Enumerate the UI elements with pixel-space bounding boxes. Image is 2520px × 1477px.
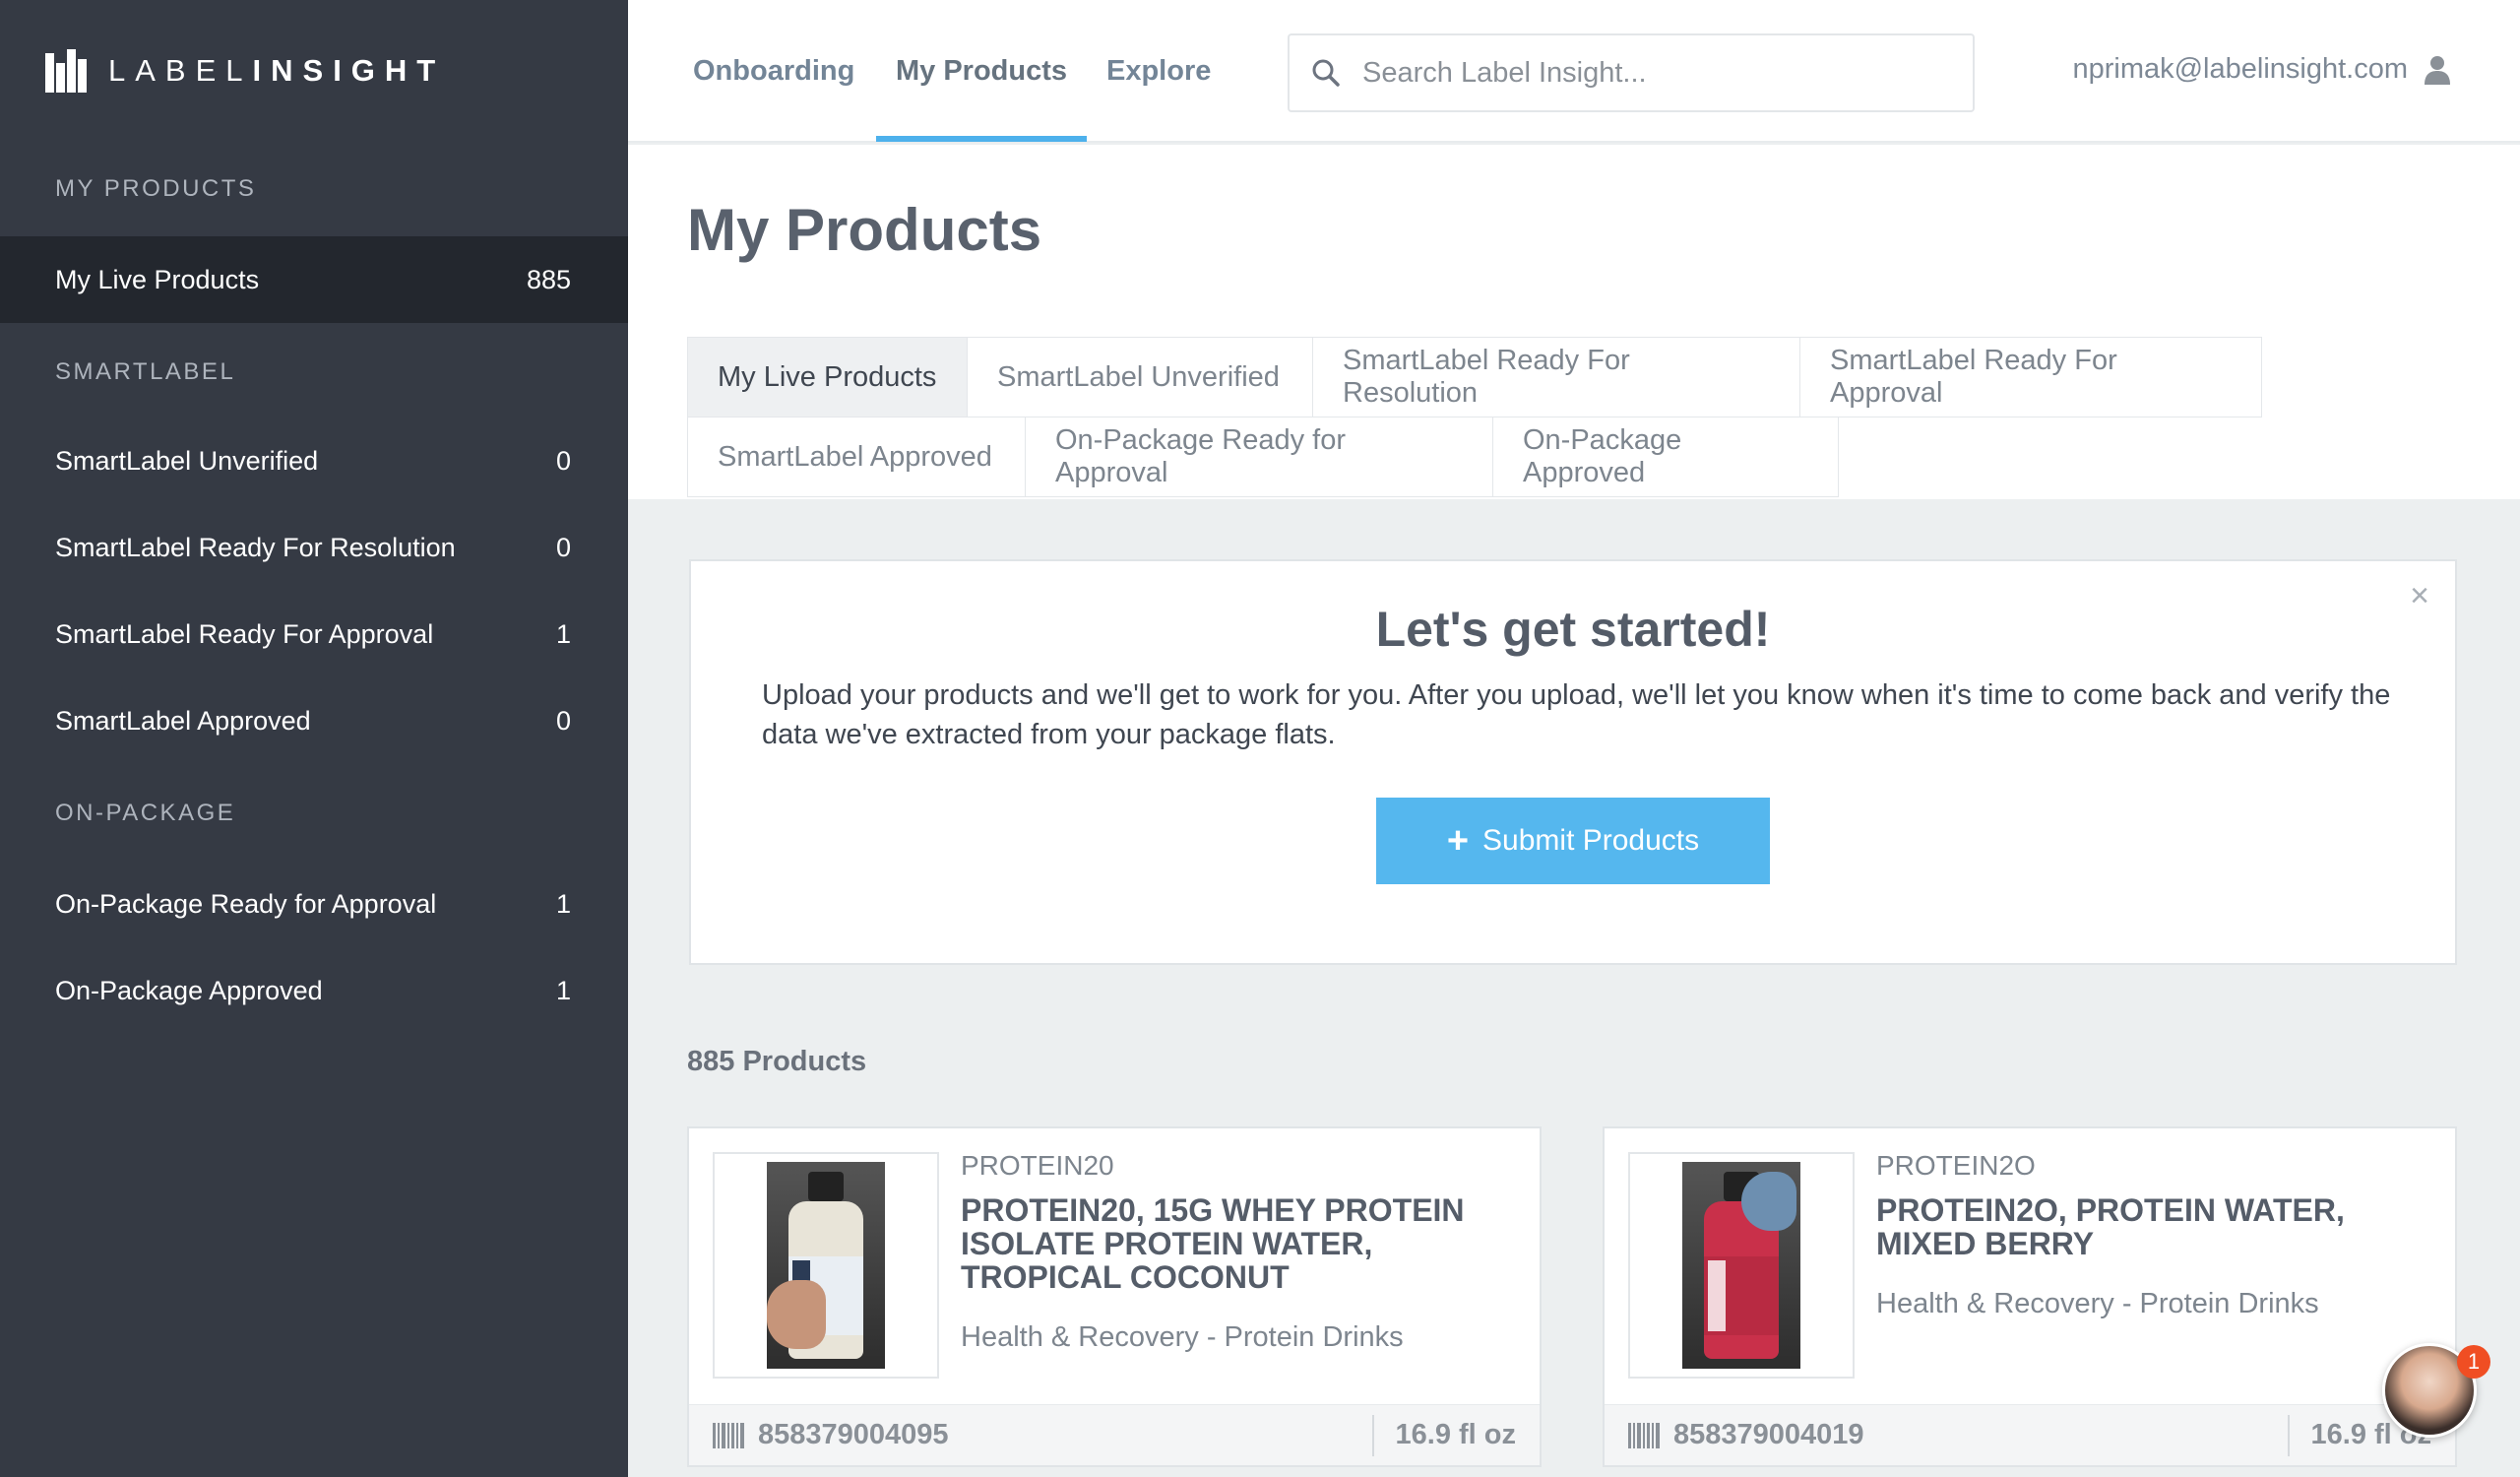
product-card-footer: 858379004095 16.9 fl oz — [689, 1404, 1540, 1465]
page-title: My Products — [687, 197, 1042, 263]
nav-link-onboarding[interactable]: Onboarding — [693, 55, 854, 88]
sidebar-item-label: SmartLabel Unverified — [55, 445, 319, 476]
search-input[interactable] — [1362, 56, 1953, 90]
tab-smartlabel-ready-for-resolution[interactable]: SmartLabel Ready For Resolution — [1312, 337, 1800, 417]
sidebar-heading-on-package: ON-PACKAGE — [55, 800, 236, 826]
chat-notification-badge: 1 — [2457, 1345, 2490, 1379]
banner-text: Upload your products and we'll get to wo… — [762, 679, 2391, 750]
sidebar-item-label: On-Package Approved — [55, 975, 323, 1005]
user-menu[interactable]: nprimak@labelinsight.com — [2072, 53, 2451, 86]
sidebar-item-smartlabel-approved[interactable]: SmartLabel Approved 0 — [0, 677, 628, 764]
submit-products-button[interactable]: + Submit Products — [1376, 798, 1770, 884]
sidebar-heading-my-products: MY PRODUCTS — [55, 175, 257, 202]
sidebar-item-count: 885 — [526, 264, 571, 294]
page-header: My Products My Live Products SmartLabel … — [628, 145, 2520, 499]
sidebar-item-on-package-ready-for-approval[interactable]: On-Package Ready for Approval 1 — [0, 861, 628, 947]
tab-smartlabel-approved[interactable]: SmartLabel Approved — [687, 417, 1026, 497]
sidebar-item-count: 0 — [555, 705, 571, 736]
sidebar-item-count: 0 — [555, 532, 571, 562]
tab-on-package-ready-for-approval[interactable]: On-Package Ready for Approval — [1025, 417, 1493, 497]
sidebar-item-smartlabel-ready-for-resolution[interactable]: SmartLabel Ready For Resolution 0 — [0, 504, 628, 591]
sidebar-item-smartlabel-ready-for-approval[interactable]: SmartLabel Ready For Approval 1 — [0, 591, 628, 677]
search-box[interactable] — [1288, 33, 1975, 112]
sidebar: LABELINSIGHT MY PRODUCTS My Live Product… — [0, 0, 628, 1477]
product-brand: PROTEIN20 — [961, 1150, 1114, 1181]
logo[interactable]: LABELINSIGHT — [45, 49, 445, 93]
product-brand: PROTEIN2O — [1876, 1150, 2036, 1181]
sidebar-item-label: SmartLabel Approved — [55, 705, 311, 736]
sidebar-item-smartlabel-unverified[interactable]: SmartLabel Unverified 0 — [0, 417, 628, 504]
barcode-icon — [713, 1422, 746, 1448]
user-icon — [2425, 55, 2450, 85]
product-category: Health & Recovery - Protein Drinks — [1876, 1288, 2319, 1319]
product-image — [713, 1152, 939, 1379]
submit-products-label: Submit Products — [1482, 824, 1700, 857]
product-name[interactable]: PROTEIN2O, PROTEIN WATER, MIXED BERRY — [1876, 1193, 2427, 1260]
active-nav-indicator — [876, 136, 1087, 142]
sidebar-item-count: 1 — [555, 618, 571, 649]
product-category: Health & Recovery - Protein Drinks — [961, 1321, 1404, 1353]
product-upc: 858379004095 — [713, 1419, 949, 1451]
footer-divider — [2288, 1415, 2290, 1456]
sidebar-item-label: SmartLabel Ready For Approval — [55, 618, 434, 649]
nav-link-my-products[interactable]: My Products — [896, 55, 1067, 88]
tab-on-package-approved[interactable]: On-Package Approved — [1492, 417, 1839, 497]
user-email: nprimak@labelinsight.com — [2072, 53, 2408, 85]
tab-smartlabel-ready-for-approval[interactable]: SmartLabel Ready For Approval — [1799, 337, 2262, 417]
search-icon — [1312, 59, 1340, 87]
product-count: 885 Products — [687, 1046, 867, 1077]
tab-smartlabel-unverified[interactable]: SmartLabel Unverified — [967, 337, 1313, 417]
sidebar-item-label: My Live Products — [55, 264, 260, 294]
product-name[interactable]: PROTEIN20, 15G WHEY PROTEIN ISOLATE PROT… — [961, 1193, 1512, 1294]
sidebar-heading-smartlabel: SMARTLABEL — [55, 358, 236, 385]
sidebar-item-count: 1 — [555, 888, 571, 919]
tab-my-live-products[interactable]: My Live Products — [687, 337, 968, 417]
sidebar-item-count: 0 — [555, 445, 571, 476]
product-image — [1628, 1152, 1855, 1379]
sidebar-item-count: 1 — [555, 975, 571, 1005]
product-card[interactable]: PROTEIN2O PROTEIN2O, PROTEIN WATER, MIXE… — [1603, 1126, 2457, 1467]
nav-link-explore[interactable]: Explore — [1106, 55, 1211, 88]
plus-icon: + — [1446, 819, 1470, 862]
logo-text: LABELINSIGHT — [108, 53, 446, 88]
footer-divider — [1372, 1415, 1374, 1456]
top-nav: Onboarding My Products Explore nprimak@l… — [628, 0, 2520, 143]
banner-title: Let's get started! — [1375, 602, 1771, 657]
product-upc: 858379004019 — [1628, 1419, 1864, 1451]
logo-mark-icon — [45, 49, 89, 93]
sidebar-item-label: On-Package Ready for Approval — [55, 888, 437, 919]
barcode-icon — [1628, 1422, 1662, 1448]
sidebar-item-my-live-products[interactable]: My Live Products 885 — [0, 236, 628, 323]
product-card[interactable]: PROTEIN20 PROTEIN20, 15G WHEY PROTEIN IS… — [687, 1126, 1542, 1467]
sidebar-item-label: SmartLabel Ready For Resolution — [55, 532, 456, 562]
sidebar-item-on-package-approved[interactable]: On-Package Approved 1 — [0, 947, 628, 1034]
product-size: 16.9 fl oz — [1395, 1419, 1517, 1450]
product-card-footer: 858379004019 16.9 fl oz — [1605, 1404, 2455, 1465]
get-started-banner: × Let's get started! Upload your product… — [689, 559, 2457, 965]
